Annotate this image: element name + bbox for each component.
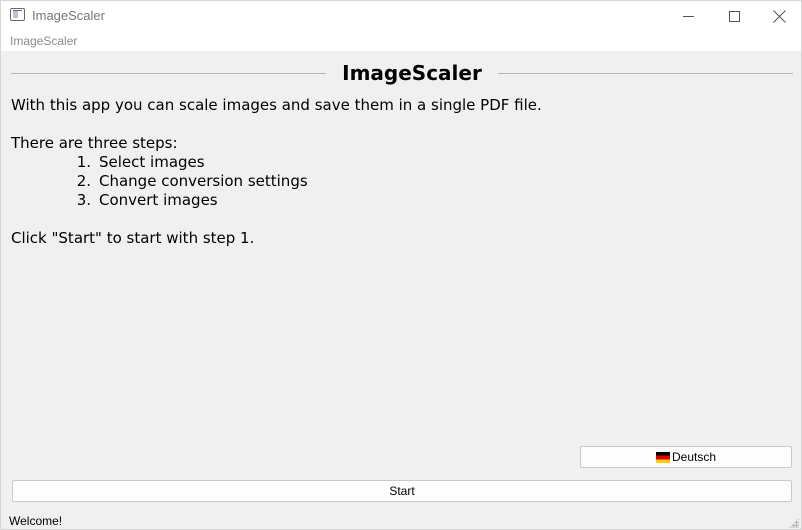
window-title: ImageScaler [32,8,105,23]
maximize-button[interactable] [711,1,757,31]
heading-row: ImageScaler [11,61,793,87]
click-hint: Click "Start" to start with step 1. [11,229,255,247]
step-text: Change conversion settings [99,172,308,190]
heading-divider-right [498,73,793,74]
heading-divider-left [11,73,326,74]
intro-text: With this app you can scale images and s… [11,96,542,114]
steps-label: There are three steps: [11,134,178,152]
language-button[interactable]: Deutsch [580,446,792,468]
maximize-icon [728,10,740,22]
status-bar: Welcome! [1,511,801,529]
start-button[interactable]: Start [12,480,792,502]
minimize-button[interactable] [665,1,711,31]
page-title: ImageScaler [342,61,482,85]
app-window: ImageScaler ImageScaler ImageScaler With… [0,0,802,530]
minimize-icon [682,15,694,17]
start-button-label: Start [389,484,415,498]
title-bar[interactable]: ImageScaler [1,1,801,31]
menu-label: ImageScaler [10,34,78,48]
status-text: Welcome! [9,514,63,528]
step-number: 3. [76,191,91,209]
german-flag-icon [655,451,670,463]
step-number: 1. [76,153,91,171]
step-text: Convert images [99,191,218,209]
close-icon [773,10,786,23]
resize-grip-icon[interactable] [789,518,799,528]
step-text: Select images [99,153,205,171]
step-number: 2. [76,172,91,190]
close-button[interactable] [756,1,801,31]
language-button-label: Deutsch [671,450,717,464]
menu-bar: ImageScaler [1,31,801,51]
app-window-icon [10,8,25,21]
